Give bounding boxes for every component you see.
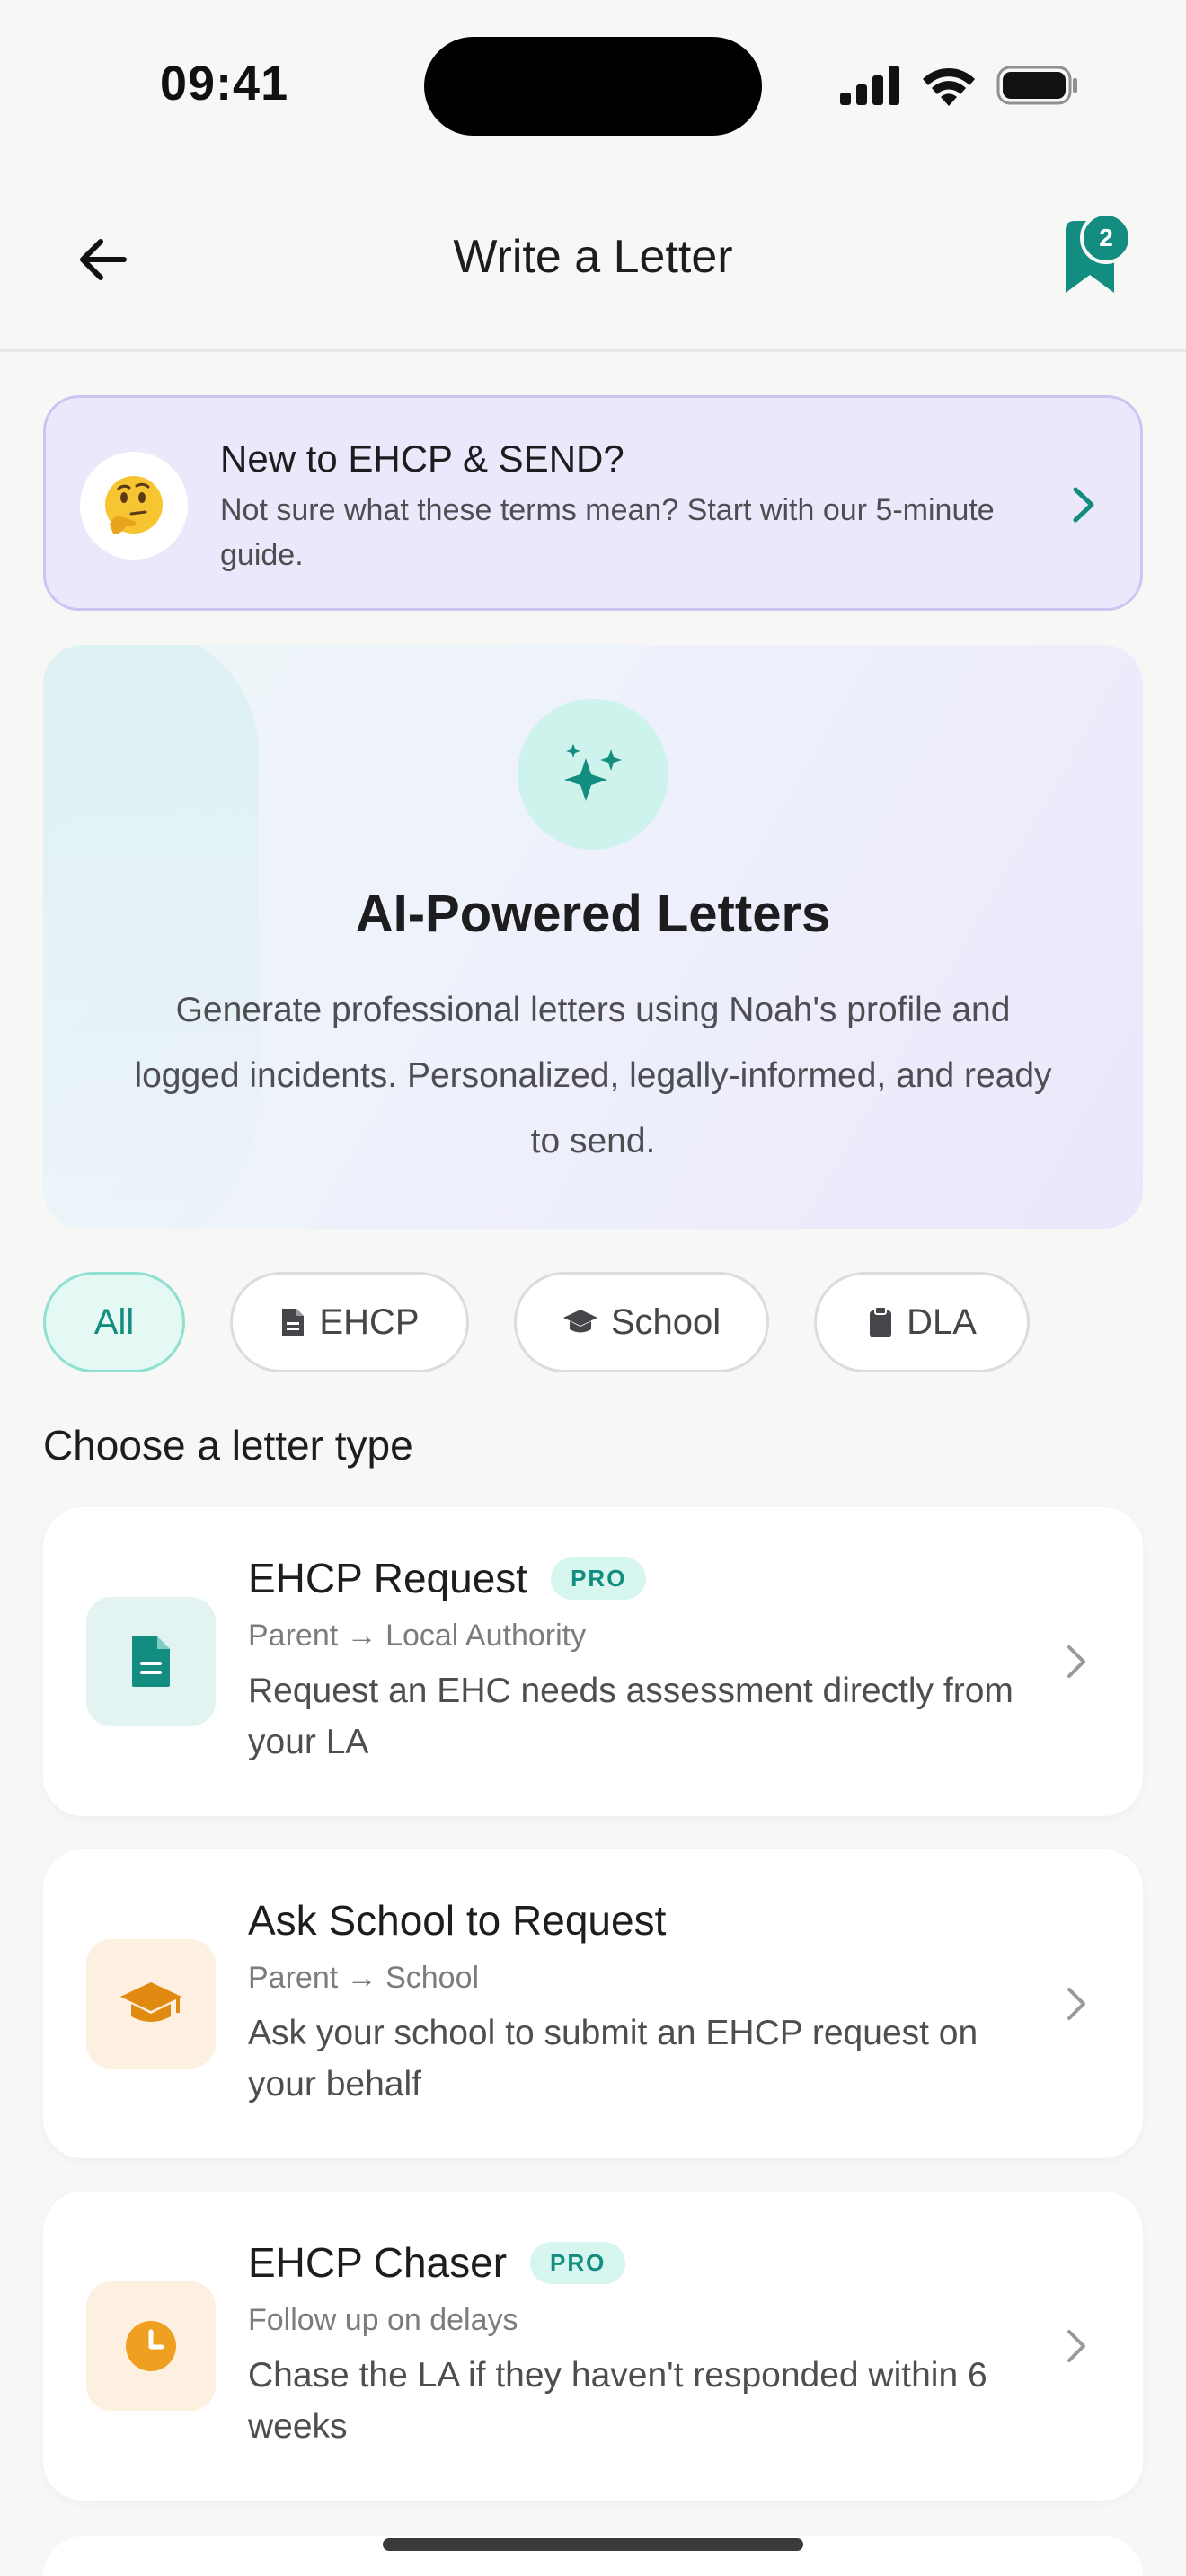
status-icons: [840, 63, 1079, 108]
letter-description: Request an EHC needs assessment directly…: [248, 1672, 1013, 1761]
letter-card-ehcp-chaser[interactable]: EHCP Chaser PRO Follow up on delays Chas…: [43, 2192, 1143, 2501]
letter-icon-container: [86, 2281, 216, 2411]
letter-route: Follow up on delays: [248, 2303, 518, 2337]
thinking-face-icon: [80, 452, 188, 560]
chevron-right-icon: [1067, 1645, 1085, 1678]
status-bar: 09:41: [0, 0, 1186, 171]
graduation-cap-icon: [120, 1982, 181, 2022]
chevron-right-icon: [1067, 2330, 1085, 2362]
bookmark-count-badge: 2: [1080, 212, 1132, 264]
filter-chip-label: DLA: [907, 1301, 977, 1342]
pro-badge: PRO: [530, 2241, 626, 2284]
letter-title-row: EHCP Chaser PRO: [248, 2238, 626, 2287]
cellular-signal-icon: [840, 66, 899, 105]
hero-title: AI-Powered Letters: [355, 885, 831, 943]
page-title: Write a Letter: [453, 231, 733, 283]
letter-title: EHCP Request: [248, 1555, 528, 1601]
nav-bar: Write a Letter: [0, 171, 1186, 352]
filter-chip-label: School: [610, 1301, 721, 1342]
letter-title-row: Ask School to Request: [248, 1896, 666, 1945]
letter-card-ehcp-request[interactable]: EHCP Request PRO Parent → Local Authorit…: [43, 1507, 1143, 1816]
thinking-face-icon-svg: [105, 476, 163, 534]
guide-subtitle: Not sure what these terms mean? Start wi…: [220, 493, 995, 572]
letter-icon-container: [86, 1939, 216, 2069]
letter-title: EHCP Chaser: [248, 2239, 508, 2286]
wifi-icon: [923, 67, 975, 106]
chevron-right-icon: [1073, 487, 1094, 523]
clipboard-icon: [870, 1306, 892, 1337]
pro-badge: PRO: [551, 1557, 647, 1600]
guide-title: New to EHCP & SEND?: [220, 437, 624, 480]
letter-route: Parent → Local Authority: [248, 1619, 587, 1653]
letter-description: Ask your school to submit an EHCP reques…: [248, 2014, 978, 2104]
filter-chip-school[interactable]: School: [514, 1272, 769, 1372]
dynamic-island: [424, 37, 762, 136]
ai-letters-hero: AI-Powered Letters Generate professional…: [43, 645, 1143, 1229]
filter-chip-all[interactable]: All: [43, 1272, 185, 1372]
ehcp-guide-card[interactable]: New to EHCP & SEND? Not sure what these …: [43, 395, 1143, 611]
sparkles-icon: [518, 699, 668, 850]
sparkles-icon-svg: [564, 744, 622, 801]
letter-title-row: EHCP Request PRO: [248, 1554, 647, 1602]
filter-chip-dla[interactable]: DLA: [814, 1272, 1030, 1372]
chevron-right-icon: [1067, 1988, 1085, 2020]
section-title: Choose a letter type: [43, 1422, 413, 1469]
status-time: 09:41: [160, 57, 289, 110]
letter-route: Parent → School: [248, 1961, 480, 1995]
document-icon: [132, 1636, 170, 1687]
battery-icon: [996, 66, 1077, 105]
letter-title: Ask School to Request: [248, 1897, 667, 1944]
filter-chip-label: EHCP: [319, 1301, 420, 1342]
filter-chip-label: All: [93, 1301, 135, 1342]
letter-description: Chase the LA if they haven't responded w…: [248, 2356, 987, 2446]
home-indicator[interactable]: [383, 2538, 803, 2551]
graduation-cap-icon: [562, 1310, 597, 1333]
letter-icon-container: [86, 1597, 216, 1726]
filter-chip-ehcp[interactable]: EHCP: [230, 1272, 469, 1372]
letter-card-ask-school[interactable]: Ask School to Request Parent → School As…: [43, 1849, 1143, 2158]
hero-description: Generate professional letters using Noah…: [134, 991, 1052, 1160]
document-icon: [282, 1309, 305, 1336]
clock-icon: [126, 2321, 176, 2371]
